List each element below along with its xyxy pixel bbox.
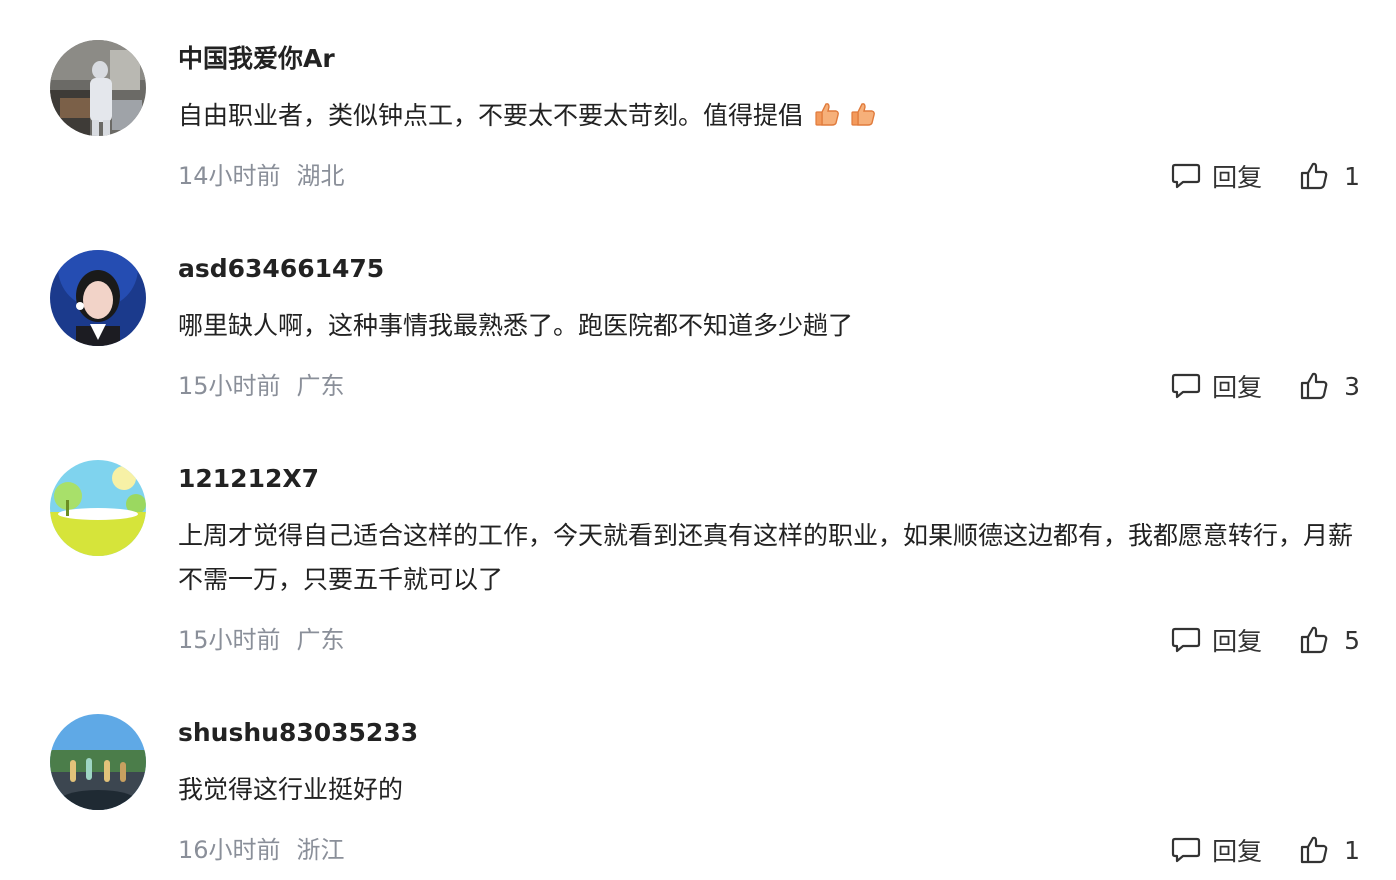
comment-icon	[1171, 373, 1201, 399]
username[interactable]: 121212X7	[178, 462, 319, 496]
like-button[interactable]: 3	[1298, 370, 1360, 402]
username[interactable]: shushu83035233	[178, 716, 418, 750]
comment-body: 我觉得这行业挺好的	[178, 775, 404, 804]
comment-text: 上周才觉得自己适合这样的工作，今天就看到还真有这样的职业，如果顺德这边都有，我都…	[178, 514, 1368, 602]
emoji-group	[813, 100, 877, 128]
comment-icon	[1171, 627, 1201, 653]
reply-button[interactable]: 回复	[1170, 622, 1262, 658]
comment-location: 浙江	[296, 836, 345, 864]
reply-button[interactable]: 回复	[1170, 158, 1262, 194]
reply-button[interactable]: 回复	[1170, 368, 1262, 404]
username[interactable]: asd634661475	[178, 252, 384, 286]
comment-actions: 回复 1	[1170, 832, 1360, 868]
comment-time: 14小时前	[178, 162, 281, 190]
comment-location: 广东	[296, 626, 345, 654]
comment-time: 15小时前	[178, 372, 281, 400]
reply-label: 回复	[1212, 627, 1263, 656]
comment-list: 中国我爱你Ar 自由职业者，类似钟点工，不要太不要太苛刻。值得提倡 14小时前湖…	[0, 0, 1396, 880]
comment-text: 自由职业者，类似钟点工，不要太不要太苛刻。值得提倡	[178, 94, 1368, 138]
comment-meta: 15小时前 广东	[178, 623, 345, 657]
thumbs-up-icon	[1300, 372, 1328, 400]
comment-body: 上周才觉得自己适合这样的工作，今天就看到还真有这样的职业，如果顺德这边都有，我都…	[178, 521, 1354, 594]
comment-text: 哪里缺人啊，这种事情我最熟悉了。跑医院都不知道多少趟了	[178, 304, 1368, 348]
comment-time: 15小时前	[178, 626, 281, 654]
thumbs-up-icon	[1300, 626, 1328, 654]
comment-actions: 回复 3	[1170, 368, 1360, 404]
comment-location: 广东	[296, 372, 345, 400]
thumbs-up-emoji-icon	[813, 100, 841, 128]
comment-meta: 15小时前 广东	[178, 369, 345, 403]
like-count: 1	[1344, 161, 1360, 191]
comment-meta: 16小时前 浙江	[178, 833, 345, 867]
reply-button[interactable]: 回复	[1170, 832, 1262, 868]
like-count: 3	[1344, 371, 1360, 401]
user-avatar[interactable]	[50, 714, 146, 810]
thumbs-up-icon	[1300, 162, 1328, 190]
username[interactable]: 中国我爱你Ar	[178, 42, 335, 76]
comment-time: 16小时前	[178, 836, 281, 864]
user-avatar[interactable]	[50, 460, 146, 556]
comment-meta: 14小时前 湖北	[178, 159, 345, 193]
like-button[interactable]: 5	[1298, 624, 1360, 656]
like-button[interactable]: 1	[1298, 160, 1360, 192]
comment-icon	[1171, 163, 1201, 189]
comment-location: 湖北	[296, 162, 345, 190]
like-count: 5	[1344, 625, 1360, 655]
thumbs-up-icon	[1300, 836, 1328, 864]
comment-actions: 回复 5	[1170, 622, 1360, 658]
comment-body: 自由职业者，类似钟点工，不要太不要太苛刻。值得提倡	[178, 101, 804, 130]
like-count: 1	[1344, 835, 1360, 865]
comment-body: 哪里缺人啊，这种事情我最熟悉了。跑医院都不知道多少趟了	[178, 311, 854, 340]
like-button[interactable]: 1	[1298, 834, 1360, 866]
user-avatar[interactable]	[50, 40, 146, 136]
comment-actions: 回复 1	[1170, 158, 1360, 194]
comment-text: 我觉得这行业挺好的	[178, 768, 1368, 812]
thumbs-up-emoji-icon	[849, 100, 877, 128]
reply-label: 回复	[1212, 373, 1263, 402]
user-avatar[interactable]	[50, 250, 146, 346]
reply-label: 回复	[1212, 837, 1263, 866]
reply-label: 回复	[1212, 163, 1263, 192]
comment-icon	[1171, 837, 1201, 863]
